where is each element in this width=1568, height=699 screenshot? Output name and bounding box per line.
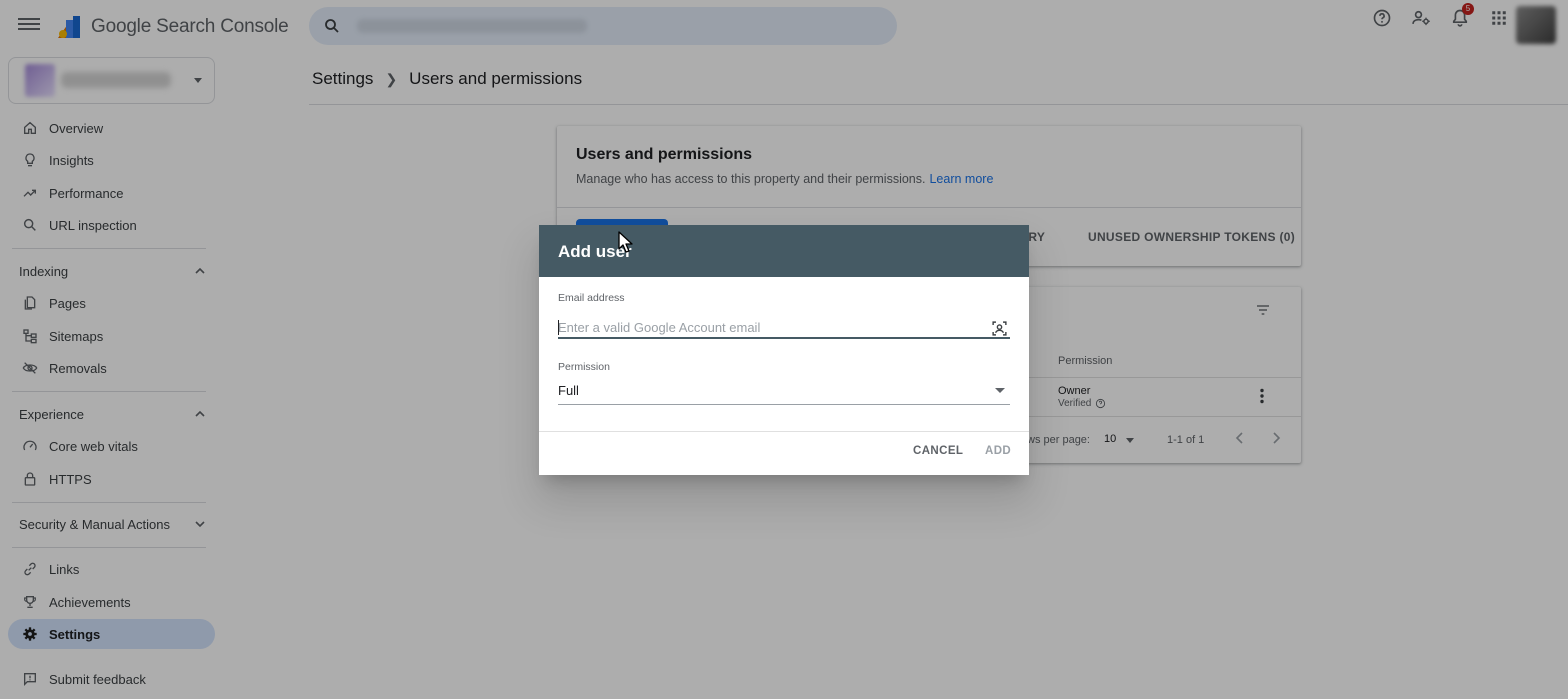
- add-button[interactable]: ADD: [985, 445, 1011, 457]
- email-field[interactable]: [558, 317, 1010, 339]
- permission-selected-value: Full: [558, 383, 579, 398]
- mouse-pointer-icon: [618, 231, 633, 253]
- permission-field-label: Permission: [558, 361, 610, 373]
- contact-picker-icon[interactable]: [991, 320, 1008, 337]
- email-field-label: Email address: [558, 292, 625, 304]
- permission-select[interactable]: Full: [558, 378, 1010, 405]
- text-cursor: [558, 320, 559, 335]
- chevron-down-icon: [995, 388, 1005, 393]
- add-user-dialog: Add user Email address Permission Full C…: [539, 225, 1029, 475]
- dialog-footer-divider: [539, 431, 1029, 432]
- cancel-button[interactable]: CANCEL: [913, 445, 963, 457]
- dialog-header: Add user: [539, 225, 1029, 277]
